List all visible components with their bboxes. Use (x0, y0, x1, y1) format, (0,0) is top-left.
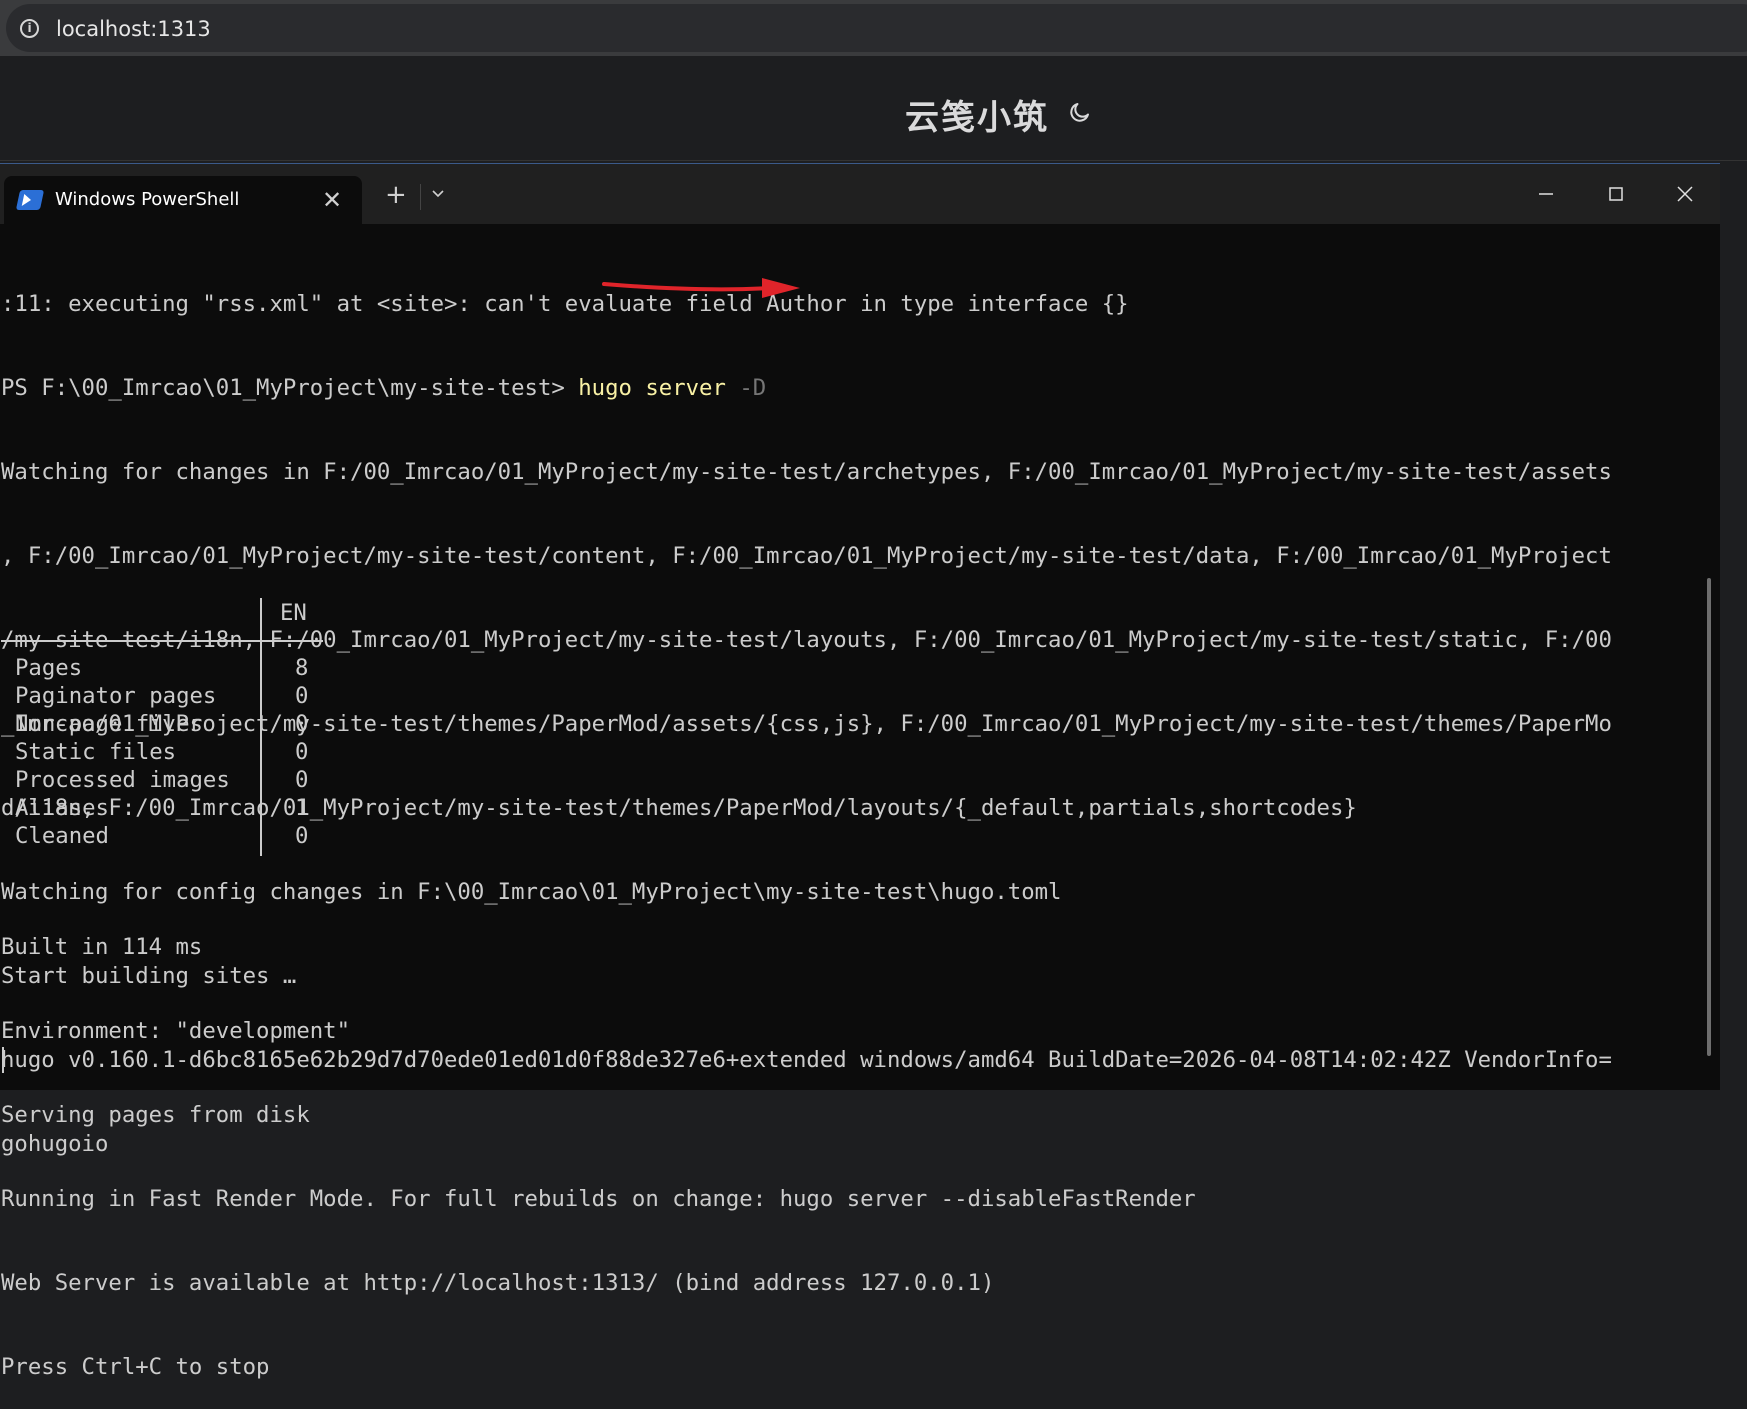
table-row-value: 0 (295, 711, 309, 737)
table-vertical-rule (260, 598, 262, 856)
table-row-label: Aliases (15, 795, 109, 821)
tab-divider (420, 184, 421, 210)
table-row-value: 0 (295, 823, 309, 849)
terminal-prompt-line: PS F:\00_Imrcao\01_MyProject\my-site-tes… (1, 374, 1691, 402)
terminal-line: Web Server is available at http://localh… (1, 1270, 995, 1296)
prompt-command: hugo server (578, 375, 726, 401)
site-title[interactable]: 云笺小筑 (905, 90, 1049, 139)
window-close-icon[interactable] (1665, 174, 1705, 214)
table-row-label: Cleaned (15, 823, 109, 849)
browser-toolbar: i localhost:1313 (0, 0, 1747, 56)
red-arrow-annotation (602, 278, 800, 298)
table-row-value: 0 (295, 739, 309, 765)
powershell-icon (15, 190, 45, 210)
table-row-label: Pages (15, 655, 83, 681)
table-row-label: Static files (15, 739, 177, 765)
table-row-label: Paginator pages (15, 683, 217, 709)
site-info-icon[interactable]: i (20, 19, 39, 38)
plus-icon[interactable]: + (385, 182, 407, 208)
terminal-line: Environment: "development" (1, 1018, 351, 1044)
terminal-line: Press Ctrl+C to stop (1, 1354, 270, 1380)
maximize-icon[interactable] (1596, 174, 1636, 214)
terminal-line: , F:/00_Imrcao/01_MyProject/my-site-test… (1, 543, 1612, 569)
build-stats-table: EN Pages Paginator pages Non-page files … (1, 598, 323, 856)
table-values: 8 0 0 0 0 1 0 (295, 654, 308, 850)
terminal-output-bottom: Built in 114 ms Environment: "developmen… (1, 877, 1691, 1409)
prompt-prefix: PS F:\00_Imrcao\01_MyProject\my-site-tes… (1, 375, 579, 401)
table-row-value: 1 (295, 795, 309, 821)
terminal-line: :11: executing "rss.xml" at <site>: can'… (1, 291, 1129, 317)
prompt-flag: -D (739, 375, 767, 401)
table-row-label: Processed images (15, 767, 230, 793)
url-text[interactable]: localhost:1313 (56, 17, 211, 41)
minimize-icon[interactable] (1526, 174, 1566, 214)
close-icon[interactable]: ✕ (322, 186, 342, 214)
table-row-value: 0 (295, 683, 309, 709)
terminal-line: Watching for changes in F:/00_Imrcao/01_… (1, 459, 1612, 485)
table-horizontal-rule (1, 640, 323, 642)
terminal-titlebar: Windows PowerShell ✕ + (0, 164, 1720, 224)
terminal-line: Serving pages from disk (1, 1102, 310, 1128)
table-labels: Pages Paginator pages Non-page files Sta… (15, 654, 230, 850)
terminal-tab[interactable]: Windows PowerShell ✕ (4, 176, 362, 224)
table-row-value: 8 (295, 655, 309, 681)
terminal-line: Built in 114 ms (1, 934, 203, 960)
terminal-scrollbar[interactable] (1707, 578, 1711, 1056)
moon-icon[interactable] (1068, 100, 1092, 124)
terminal-line: Running in Fast Render Mode. For full re… (1, 1186, 1196, 1212)
tab-title: Windows PowerShell (55, 189, 240, 210)
table-header: EN (280, 600, 307, 626)
table-row-label: Non-page files (15, 711, 203, 737)
site-header: 云笺小筑 (0, 56, 1747, 161)
table-row-value: 0 (295, 767, 309, 793)
address-bar[interactable]: i localhost:1313 (6, 4, 1747, 52)
chevron-down-icon[interactable] (432, 188, 444, 200)
terminal-cursor (2, 1047, 4, 1073)
